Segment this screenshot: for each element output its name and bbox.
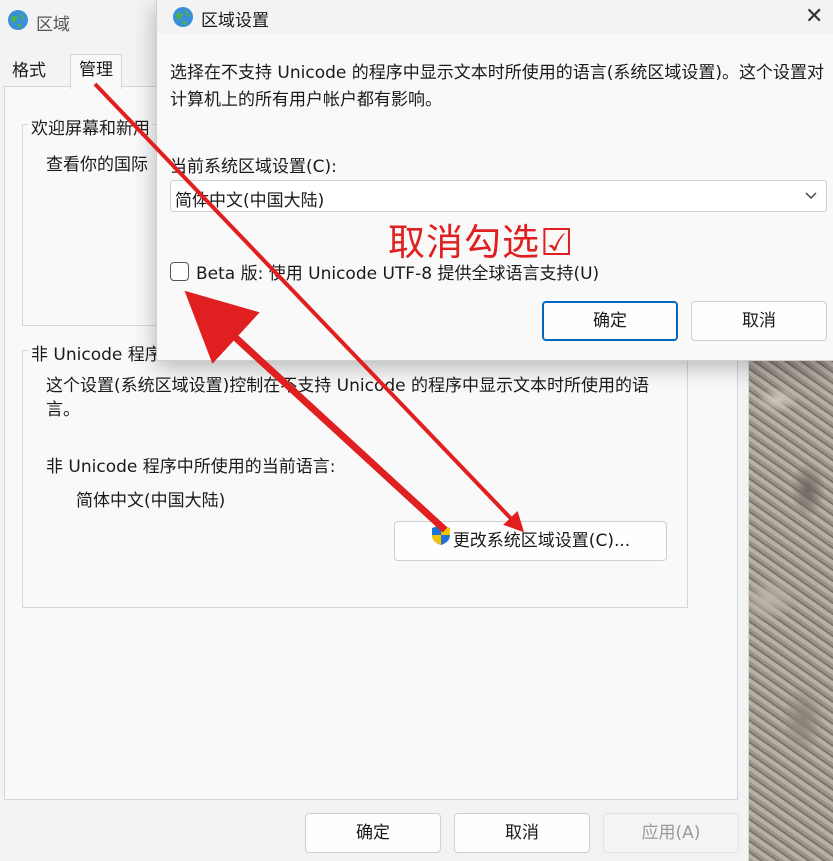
tab-administrative[interactable]: 管理 [70,54,122,89]
welcome-group-text: 查看你的国际 [46,155,148,175]
chevron-down-icon [804,185,818,211]
cancel-button[interactable]: 取消 [454,813,590,853]
uac-shield-icon [431,522,451,560]
globe-icon [6,8,30,36]
globe-icon [171,5,195,33]
apply-button[interactable]: 应用(A) [603,813,739,853]
welcome-group-title: 欢迎屏幕和新用 [28,114,153,139]
background-photo [748,340,833,861]
change-locale-label: 更改系统区域设置(C)... [452,531,631,551]
change-system-locale-button[interactable]: 更改系统区域设置(C)... [394,521,667,561]
selected-locale: 简体中文(中国大陆) [175,191,325,211]
non-unicode-description: 这个设置(系统区域设置)控制在不支持 Unicode 的程序中显示文本时所使用的… [46,376,650,420]
dialog-ok-button[interactable]: 确定 [542,301,678,341]
ok-button[interactable]: 确定 [305,813,441,853]
non-unicode-group-title: 非 Unicode 程序 [28,340,165,365]
utf8-beta-checkbox[interactable] [170,262,189,281]
dialog-cancel-button[interactable]: 取消 [691,301,827,341]
dialog-title: 区域设置 [201,11,269,31]
window-title: 区域 [36,15,70,35]
current-language-label: 非 Unicode 程序中所使用的当前语言: [46,457,336,477]
system-locale-select[interactable]: 简体中文(中国大陆) [170,180,827,212]
current-language-value: 简体中文(中国大陆) [76,491,226,511]
close-icon[interactable]: ✕ [805,4,823,29]
tab-format[interactable]: 格式 [4,56,54,87]
annotation-uncheck-note: 取消勾选☑ [388,221,575,264]
current-system-locale-label: 当前系统区域设置(C): [170,157,337,177]
locale-dialog-description: 选择在不支持 Unicode 的程序中显示文本时所使用的语言(系统区域设置)。这… [170,63,825,110]
utf8-beta-label: Beta 版: 使用 Unicode UTF-8 提供全球语言支持(U) [196,264,600,284]
